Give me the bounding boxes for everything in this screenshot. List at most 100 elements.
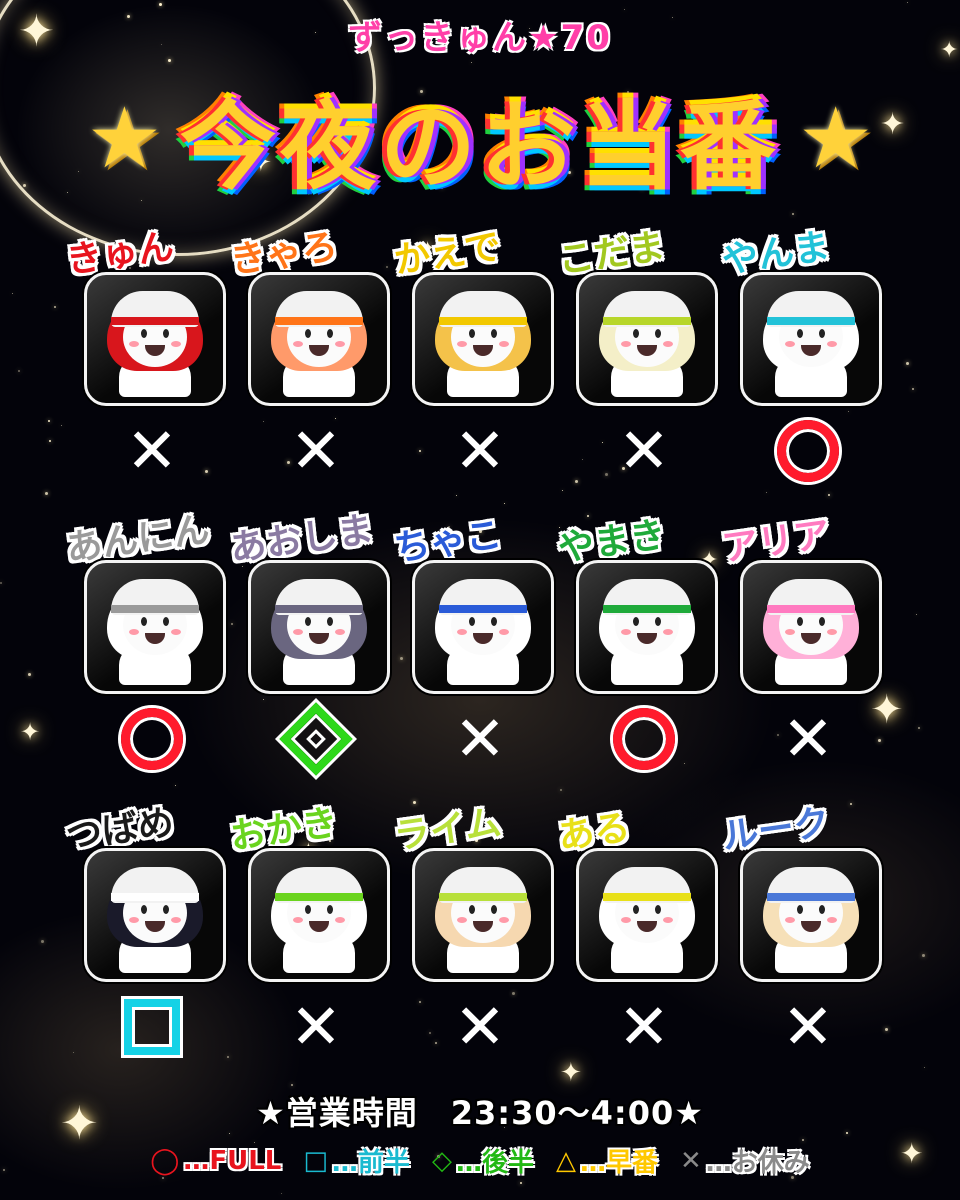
shift-status: ✕ xyxy=(412,992,548,1062)
avatar-eye xyxy=(797,329,803,338)
avatar-eye xyxy=(491,905,497,914)
star-dot xyxy=(0,582,2,584)
star-dot xyxy=(291,1084,293,1086)
shift-status xyxy=(84,992,220,1062)
avatar-cheek xyxy=(663,629,673,635)
avatar-tile xyxy=(412,560,554,694)
star-dot xyxy=(916,614,917,615)
avatar-cap-band xyxy=(111,317,199,325)
member-card: やまき xyxy=(556,514,718,780)
avatar-cheek xyxy=(663,341,673,347)
member-card: あんにん xyxy=(64,509,226,780)
avatar xyxy=(433,285,533,397)
avatar xyxy=(269,573,369,685)
avatar-cheek xyxy=(785,629,795,635)
avatar-cheek xyxy=(293,629,303,635)
avatar-eye xyxy=(633,905,639,914)
avatar xyxy=(433,573,533,685)
legend: ◯ …FULL □ …前半 ◇ …後半 △ …早番 ✕ …お休み xyxy=(0,1142,960,1179)
avatar xyxy=(433,861,533,973)
avatar-cheek xyxy=(499,341,509,347)
shift-status: ✕ xyxy=(576,992,712,1062)
star-dot xyxy=(54,306,56,308)
star-icon-left: ★ xyxy=(86,89,162,187)
avatar-cheek xyxy=(457,629,467,635)
legend-label: …前半 xyxy=(331,1148,410,1178)
avatar-cheek xyxy=(129,917,139,923)
shift-status: ✕ xyxy=(84,416,220,486)
star-dot xyxy=(885,1028,888,1031)
legend-label: …後半 xyxy=(455,1148,534,1178)
star-dot xyxy=(918,727,920,729)
shift-status xyxy=(248,702,384,776)
avatar-cheek xyxy=(621,341,631,347)
avatar-eye xyxy=(327,617,333,626)
avatar-tile xyxy=(740,560,882,694)
star-dot xyxy=(413,801,416,804)
star-dot xyxy=(48,420,50,422)
legend-item-first-half: □ …前半 xyxy=(303,1142,410,1179)
avatar-cheek xyxy=(129,341,139,347)
shift-status: ✕ xyxy=(248,416,384,486)
avatar xyxy=(105,861,205,973)
avatar-tile xyxy=(248,272,390,406)
avatar-eye xyxy=(633,617,639,626)
star-icon-right: ★ xyxy=(798,89,874,187)
avatar-tile xyxy=(740,848,882,982)
legend-label: …早番 xyxy=(579,1148,658,1178)
avatar-cap-band xyxy=(275,605,363,613)
avatar-cheek xyxy=(457,917,467,923)
shift-status: ✕ xyxy=(248,992,384,1062)
cross-icon: ✕ xyxy=(126,414,178,487)
avatar-eye xyxy=(655,905,661,914)
diamond-icon xyxy=(279,702,353,776)
avatar-cheek xyxy=(335,917,345,923)
star-dot xyxy=(924,1067,925,1068)
cross-icon: ✕ xyxy=(290,990,342,1063)
avatar-cheek xyxy=(621,629,631,635)
avatar-eye xyxy=(469,905,475,914)
member-card: あおしま xyxy=(228,509,390,780)
member-card: きゅん ✕ xyxy=(64,226,226,492)
avatar-cheek xyxy=(785,917,795,923)
diamond-icon: ◇ xyxy=(431,1145,452,1176)
legend-label: …お休み xyxy=(705,1148,810,1178)
shift-status xyxy=(84,704,220,774)
avatar xyxy=(761,285,861,397)
legend-item-off: ✕ …お休み xyxy=(680,1142,810,1179)
avatar-eye xyxy=(797,617,803,626)
cross-icon: ✕ xyxy=(782,702,834,775)
avatar xyxy=(105,573,205,685)
avatar-cap-band xyxy=(603,893,691,901)
avatar-eye xyxy=(655,329,661,338)
avatar-eye xyxy=(491,617,497,626)
avatar-cheek xyxy=(827,917,837,923)
member-card: やんま xyxy=(720,226,882,492)
member-card: ある ✕ xyxy=(556,807,718,1068)
cross-icon: ✕ xyxy=(618,414,670,487)
star-dot xyxy=(41,940,44,943)
avatar-cap-band xyxy=(439,605,527,613)
avatar-tile xyxy=(740,272,882,406)
member-card: ちゃこ ✕ xyxy=(392,514,554,780)
avatar-eye xyxy=(469,329,475,338)
star-dot xyxy=(73,1052,74,1053)
page-title: 今夜のお当番 xyxy=(180,90,780,203)
avatar-cap-band xyxy=(275,893,363,901)
avatar-cheek xyxy=(827,629,837,635)
member-card: ライム ✕ xyxy=(392,802,554,1068)
star-dot xyxy=(12,293,13,294)
avatar-cheek xyxy=(499,917,509,923)
avatar-cheek xyxy=(457,341,467,347)
avatar-cap-band xyxy=(603,317,691,325)
cross-icon: ✕ xyxy=(454,990,506,1063)
avatar xyxy=(597,861,697,973)
avatar-tile xyxy=(248,560,390,694)
avatar-tile xyxy=(248,848,390,982)
star-dot xyxy=(159,3,162,6)
avatar-eye xyxy=(491,329,497,338)
star-dot xyxy=(560,789,562,791)
star-dot xyxy=(922,954,925,957)
member-card: おかき ✕ xyxy=(228,802,390,1068)
avatar-cheek xyxy=(663,917,673,923)
